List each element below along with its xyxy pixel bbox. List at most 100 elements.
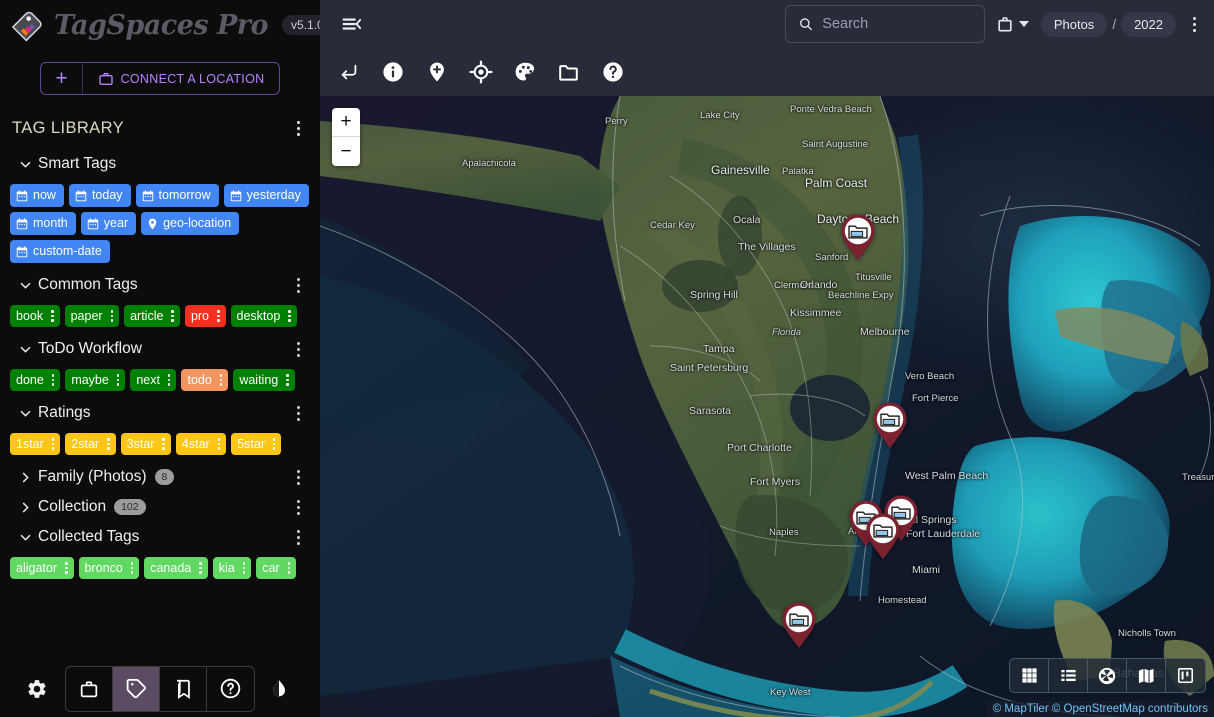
tag-chip[interactable]: article (124, 305, 180, 327)
tag-chip[interactable]: next (130, 369, 176, 391)
sidebar-item-tag-library[interactable] (113, 667, 160, 711)
contrast-icon[interactable] (268, 678, 290, 700)
list-view-button[interactable] (1049, 659, 1088, 692)
folder-icon[interactable] (554, 57, 584, 87)
gear-icon[interactable] (26, 678, 48, 700)
map-marker[interactable] (870, 401, 910, 449)
tag-menu-icon[interactable] (196, 562, 205, 574)
tag-menu-icon[interactable] (215, 438, 224, 450)
tag-menu-icon[interactable] (62, 562, 71, 574)
tag-menu-icon[interactable] (217, 374, 226, 386)
tag-chip[interactable]: maybe (65, 369, 125, 391)
tag-chip[interactable]: 2star (65, 433, 115, 455)
map-marker[interactable] (779, 601, 819, 649)
tag-chip[interactable]: month (10, 212, 76, 235)
tag-chip[interactable]: pro (185, 305, 226, 327)
chevron-down-icon[interactable] (12, 406, 38, 421)
tag-chip[interactable]: 4star (176, 433, 226, 455)
tag-chip[interactable]: bronco (79, 557, 140, 579)
tag-chip[interactable]: done (10, 369, 60, 391)
tag-menu-icon[interactable] (48, 310, 57, 322)
tag-chip[interactable]: kia (213, 557, 251, 579)
breadcrumb-item[interactable]: 2022 (1121, 12, 1176, 37)
map-marker[interactable] (863, 512, 903, 560)
zoom-in-button[interactable]: + (332, 108, 360, 137)
chevron-right-icon[interactable] (12, 500, 38, 515)
tag-menu-icon[interactable] (108, 310, 117, 322)
tag-menu-icon[interactable] (165, 374, 174, 386)
tag-menu-icon[interactable] (214, 310, 223, 322)
connect-a-location-button[interactable]: + CONNECT A LOCATION (40, 62, 280, 95)
chevron-down-icon[interactable] (12, 278, 38, 293)
tag-group-header[interactable]: Family (Photos)8 (0, 462, 320, 492)
tag-group-header[interactable]: Collection102 (0, 492, 320, 522)
tag-group-header[interactable]: Ratings (0, 398, 320, 428)
tag-chip[interactable]: book (10, 305, 60, 327)
tag-group-header[interactable]: ToDo Workflow (0, 334, 320, 364)
tag-chip[interactable]: todo (181, 369, 228, 391)
tag-chip[interactable]: now (10, 184, 64, 207)
location-selector-button[interactable] (993, 14, 1031, 34)
tag-group-header[interactable]: Common Tags (0, 270, 320, 300)
sidebar-item-help[interactable] (207, 667, 254, 711)
center-location-icon[interactable] (466, 57, 496, 87)
tag-menu-icon[interactable] (270, 438, 279, 450)
sidebar-item-locations[interactable] (66, 667, 113, 711)
tag-chip[interactable]: today (69, 184, 131, 207)
tag-chip[interactable]: desktop (231, 305, 297, 327)
tag-menu-icon[interactable] (49, 374, 58, 386)
tag-chip[interactable]: waiting (233, 369, 294, 391)
tag-chip[interactable]: aligator (10, 557, 74, 579)
tag-chip[interactable]: canada (144, 557, 208, 579)
tag-chip[interactable]: year (81, 212, 136, 235)
map-marker[interactable] (838, 213, 878, 261)
breadcrumb-item[interactable]: Photos (1041, 12, 1107, 37)
tag-group-menu-icon[interactable] (288, 274, 308, 296)
tag-chip[interactable]: yesterday (224, 184, 309, 207)
tag-menu-icon[interactable] (114, 374, 123, 386)
tag-chip[interactable]: tomorrow (136, 184, 219, 207)
tag-menu-icon[interactable] (283, 374, 292, 386)
map-attribution[interactable]: © MapTiler © OpenStreetMap contributors (987, 701, 1214, 717)
tag-menu-icon[interactable] (49, 438, 58, 450)
back-icon[interactable] (334, 57, 364, 87)
chevron-down-icon[interactable] (12, 530, 38, 545)
tag-chip[interactable]: paper (65, 305, 119, 327)
tag-library-menu-icon[interactable] (288, 117, 308, 139)
zoom-out-button[interactable]: − (332, 137, 360, 166)
tag-group-header[interactable]: Collected Tags (0, 522, 320, 552)
tag-chip[interactable]: custom-date (10, 240, 110, 263)
gallery-view-button[interactable] (1088, 659, 1127, 692)
tag-menu-icon[interactable] (285, 310, 294, 322)
tag-group-header[interactable]: Smart Tags (0, 149, 320, 179)
chevron-down-icon[interactable] (12, 342, 38, 357)
tag-group-menu-icon[interactable] (288, 466, 308, 488)
chevron-right-icon[interactable] (12, 470, 38, 485)
tag-chip[interactable]: 3star (121, 433, 171, 455)
tag-chip[interactable]: 5star (231, 433, 281, 455)
map-view-button[interactable] (1127, 659, 1166, 692)
tag-menu-icon[interactable] (128, 562, 137, 574)
breadcrumb-menu-icon[interactable] (1184, 13, 1204, 35)
tag-chip[interactable]: geo-location (141, 212, 239, 235)
help-icon[interactable] (598, 57, 628, 87)
collapse-sidebar-icon[interactable] (334, 7, 368, 41)
tag-chip[interactable]: car (256, 557, 296, 579)
tag-chip[interactable]: 1star (10, 433, 60, 455)
tag-group-menu-icon[interactable] (288, 526, 308, 548)
kanban-view-button[interactable] (1166, 659, 1205, 692)
grid-view-button[interactable] (1010, 659, 1049, 692)
map-view[interactable]: Lake CityPonte Vedra BeachPerrySaint Aug… (320, 96, 1214, 717)
tag-menu-icon[interactable] (240, 562, 249, 574)
palette-icon[interactable] (510, 57, 540, 87)
tag-menu-icon[interactable] (159, 438, 168, 450)
info-icon[interactable] (378, 57, 408, 87)
tag-menu-icon[interactable] (285, 562, 294, 574)
tag-menu-icon[interactable] (168, 310, 177, 322)
tag-group-menu-icon[interactable] (288, 338, 308, 360)
search-box[interactable] (785, 5, 985, 43)
tag-group-menu-icon[interactable] (288, 496, 308, 518)
chevron-down-icon[interactable] (12, 157, 38, 172)
sidebar-item-bookmarks[interactable] (160, 667, 207, 711)
search-input[interactable] (822, 16, 972, 32)
